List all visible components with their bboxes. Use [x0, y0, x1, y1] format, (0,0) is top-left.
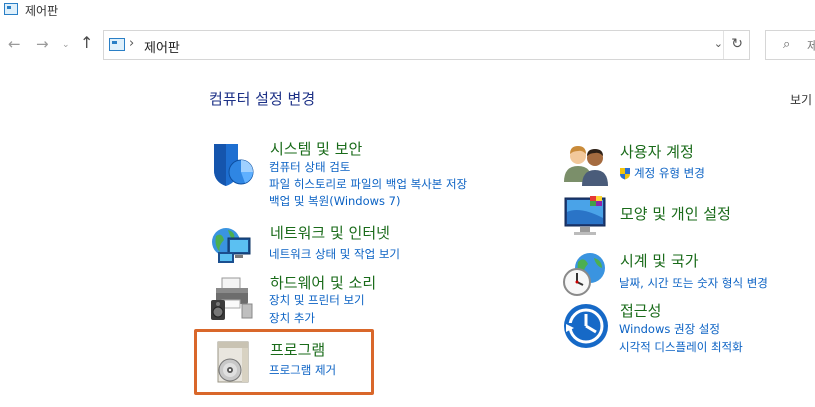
address-divider [723, 31, 724, 59]
page-title: 컴퓨터 설정 변경 [209, 90, 316, 108]
link-uninstall-program[interactable]: 프로그램 제거 [269, 362, 336, 378]
refresh-button[interactable]: ↻ [731, 36, 743, 52]
category-programs-title[interactable]: 프로그램 [270, 339, 325, 360]
back-button[interactable]: ← [8, 36, 21, 52]
category-clock-region-title[interactable]: 시계 및 국가 [620, 250, 699, 271]
link-network-status-tasks[interactable]: 네트워크 상태 및 작업 보기 [269, 246, 400, 262]
link-backup-restore[interactable]: 백업 및 복원(Windows 7) [269, 193, 401, 209]
link-review-computer-status[interactable]: 컴퓨터 상태 검토 [269, 159, 350, 175]
ease-of-access-icon[interactable] [562, 302, 610, 350]
category-hardware-sound-title[interactable]: 하드웨어 및 소리 [270, 272, 376, 293]
link-optimize-visual-display[interactable]: 시각적 디스플레이 최적화 [619, 339, 743, 355]
control-panel-icon [109, 38, 125, 51]
link-file-history-backup[interactable]: 파일 히스토리로 파일의 백업 복사본 저장 [269, 176, 467, 192]
window-title: 제어판 [25, 4, 59, 18]
category-ease-of-access-title[interactable]: 접근성 [620, 300, 661, 321]
search-placeholder[interactable]: 제 [807, 37, 815, 54]
title-bar: 제어판 [0, 0, 815, 22]
link-change-account-type[interactable]: 계정 유형 변경 [634, 165, 705, 181]
search-box[interactable]: ⌕ 제 [765, 30, 815, 60]
link-change-date-time-format[interactable]: 날짜, 시간 또는 숫자 형식 변경 [619, 275, 768, 291]
view-by-label[interactable]: 보기 [790, 91, 812, 108]
monitor-palette-icon[interactable] [562, 192, 610, 240]
category-system-security-title[interactable]: 시스템 및 보안 [270, 138, 362, 159]
link-windows-recommended-settings[interactable]: Windows 권장 설정 [619, 321, 720, 337]
search-icon: ⌕ [783, 37, 791, 52]
shield-icon[interactable] [208, 140, 256, 188]
control-panel-icon [4, 3, 18, 15]
network-globe-icon[interactable] [208, 220, 256, 268]
category-network-internet-title[interactable]: 네트워크 및 인터넷 [270, 222, 390, 243]
category-appearance-personalization-title[interactable]: 모양 및 개인 설정 [620, 203, 731, 224]
category-user-accounts-title[interactable]: 사용자 계정 [620, 141, 694, 162]
uac-shield-icon [619, 165, 631, 180]
program-disc-icon[interactable] [212, 340, 260, 388]
breadcrumb-control-panel[interactable]: 제어판 [144, 37, 180, 56]
up-button[interactable]: ↑ [80, 35, 93, 51]
address-dropdown-button[interactable]: ⌄ [714, 37, 723, 50]
printer-speaker-icon[interactable] [208, 274, 256, 322]
link-devices-printers[interactable]: 장치 및 프린터 보기 [269, 292, 365, 308]
clock-globe-icon[interactable] [562, 250, 610, 298]
address-bar[interactable]: › 제어판 ⌄ ↻ [103, 30, 750, 60]
forward-button[interactable]: → [36, 36, 49, 52]
link-add-device[interactable]: 장치 추가 [269, 310, 315, 326]
users-icon[interactable] [562, 140, 610, 188]
recent-locations-button[interactable]: ⌄ [62, 37, 70, 53]
breadcrumb-separator[interactable]: › [129, 36, 134, 51]
